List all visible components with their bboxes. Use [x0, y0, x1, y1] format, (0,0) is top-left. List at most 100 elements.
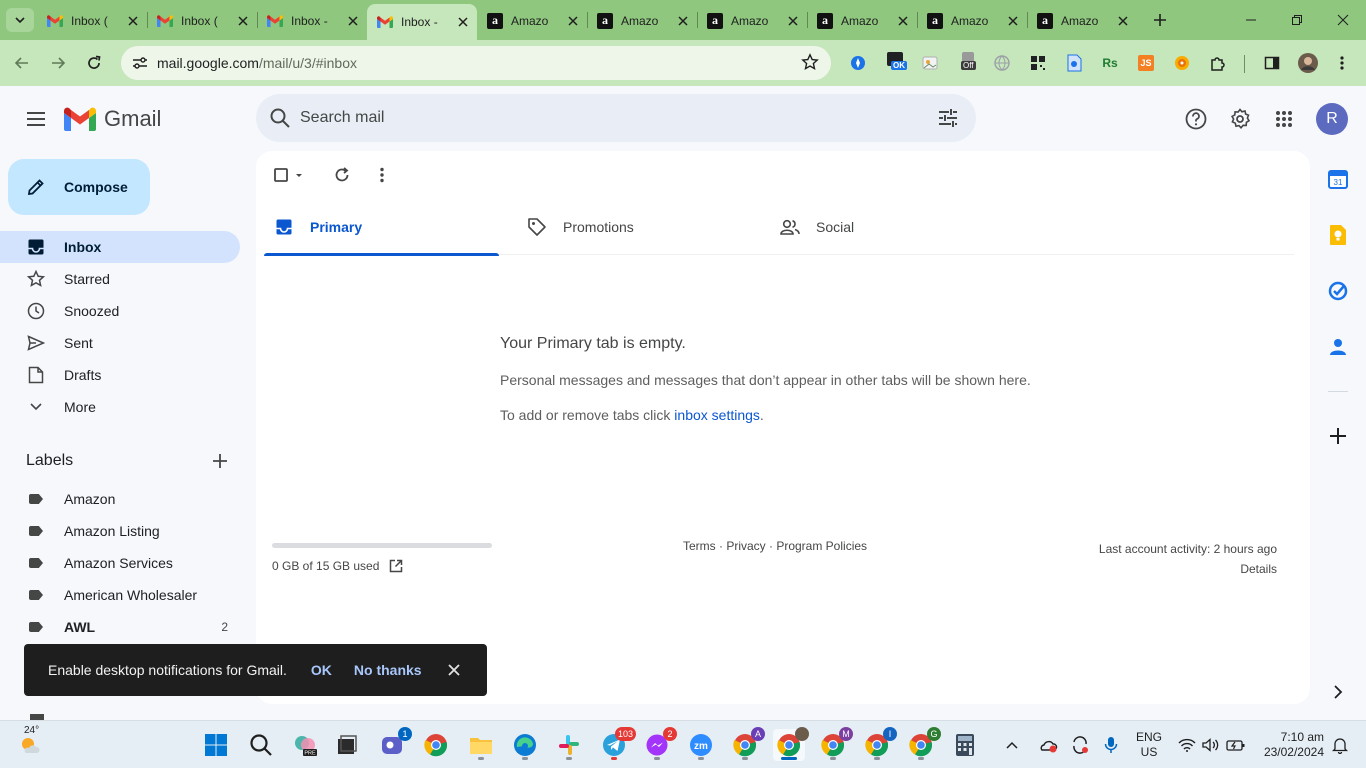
settings-button[interactable] [1226, 105, 1254, 133]
close-tab-icon[interactable] [565, 13, 581, 29]
browser-tab[interactable]: Inbox - [367, 4, 477, 40]
microphone-tray-icon[interactable] [1104, 721, 1118, 768]
nav-item-drafts[interactable]: Drafts [0, 359, 240, 391]
edge-taskbar-icon[interactable] [509, 729, 541, 761]
nav-item-snoozed[interactable]: Snoozed [0, 295, 240, 327]
close-tab-icon[interactable] [125, 13, 141, 29]
browser-tab[interactable]: a Amazo [697, 5, 807, 36]
nav-item-more[interactable]: More [0, 391, 240, 423]
side-panel-icon[interactable] [1262, 53, 1282, 73]
chrome-menu-icon[interactable] [1332, 53, 1352, 73]
browser-tab[interactable]: a Amazo [807, 5, 917, 36]
inbox-settings-link[interactable]: inbox settings [674, 407, 760, 423]
extension-orange-circle-icon[interactable] [1172, 53, 1192, 73]
close-tab-icon[interactable] [785, 13, 801, 29]
footer-links[interactable]: Terms · Privacy · Program Policies [683, 539, 867, 553]
close-tab-icon[interactable] [675, 13, 691, 29]
notifications-tray-icon[interactable] [1332, 721, 1348, 768]
activity-details-link[interactable]: Details [1099, 559, 1277, 579]
chrome-profile-m-taskbar-icon[interactable]: M [817, 727, 853, 761]
wifi-tray-icon[interactable] [1178, 721, 1196, 768]
browser-tab[interactable]: Inbox - [257, 5, 367, 36]
messenger-taskbar-icon[interactable]: 2 [641, 727, 677, 761]
tab-social[interactable]: Social [770, 199, 1005, 255]
extension-compass-icon[interactable] [848, 53, 868, 73]
chrome-profile-i-taskbar-icon[interactable]: I [861, 727, 897, 761]
nav-item-inbox[interactable]: Inbox [0, 231, 240, 263]
reload-button[interactable] [80, 49, 108, 77]
keep-app-icon[interactable] [1326, 223, 1350, 247]
minimize-button[interactable] [1228, 0, 1274, 40]
support-button[interactable] [1182, 105, 1210, 133]
search-options-icon[interactable] [936, 106, 960, 135]
forward-button[interactable] [44, 49, 72, 77]
calculator-taskbar-icon[interactable] [949, 729, 981, 761]
language-indicator[interactable]: ENG US [1136, 721, 1162, 768]
start-button[interactable] [200, 729, 232, 761]
telegram-taskbar-icon[interactable]: 103 [596, 727, 636, 761]
open-in-new-icon[interactable] [389, 559, 403, 573]
clock[interactable]: 7:10 am 23/02/2024 [1256, 721, 1324, 768]
browser-tab[interactable]: a Amazo [477, 5, 587, 36]
label-item[interactable]: American Wholesaler [0, 579, 240, 611]
select-all-checkbox[interactable] [272, 165, 308, 185]
label-item[interactable]: Amazon Services [0, 547, 240, 579]
close-tab-icon[interactable] [895, 13, 911, 29]
close-tab-icon[interactable] [455, 14, 471, 30]
tab-search-button[interactable] [6, 8, 34, 32]
extension-rs-icon[interactable]: Rs [1100, 53, 1120, 73]
browser-tab[interactable]: a Amazo [917, 5, 1027, 36]
close-tab-icon[interactable] [1005, 13, 1021, 29]
label-item[interactable]: Amazon [0, 483, 240, 515]
main-menu-button[interactable] [22, 105, 50, 133]
snackbar-ok-button[interactable]: OK [311, 662, 332, 678]
search-taskbar-button[interactable] [245, 729, 277, 761]
search-bar[interactable]: Search mail [256, 94, 976, 142]
sync-tray-icon[interactable] [1070, 721, 1090, 768]
search-input[interactable]: Search mail [300, 109, 384, 127]
profile-avatar-icon[interactable] [1297, 52, 1319, 74]
browser-tab[interactable]: Inbox ( [37, 5, 147, 36]
tab-primary[interactable]: Primary [264, 199, 499, 256]
zoom-taskbar-icon[interactable]: zm [685, 729, 717, 761]
search-icon[interactable] [268, 106, 292, 135]
compose-button[interactable]: Compose [8, 159, 150, 215]
label-item[interactable]: AWL 2 [0, 611, 240, 643]
snackbar-no-thanks-button[interactable]: No thanks [354, 662, 422, 678]
onedrive-tray-icon[interactable] [1038, 721, 1058, 768]
close-tab-icon[interactable] [235, 13, 251, 29]
file-explorer-taskbar-icon[interactable] [465, 729, 497, 761]
chrome-active-taskbar-icon[interactable] [773, 727, 809, 761]
teams-taskbar-icon[interactable]: 1 [376, 727, 412, 761]
battery-tray-icon[interactable] [1226, 721, 1246, 768]
copilot-taskbar-icon[interactable]: PRE [289, 729, 321, 761]
extension-off-icon[interactable]: Off [958, 52, 982, 73]
tasks-app-icon[interactable] [1326, 279, 1350, 303]
slack-taskbar-icon[interactable] [553, 729, 585, 761]
calendar-app-icon[interactable]: 31 [1326, 167, 1350, 191]
extension-blue-file-icon[interactable] [1064, 53, 1084, 73]
tab-promotions[interactable]: Promotions [517, 199, 752, 255]
browser-tab[interactable]: Inbox ( [147, 5, 257, 36]
extension-js-icon[interactable]: JS [1136, 53, 1156, 73]
close-tab-icon[interactable] [1115, 13, 1131, 29]
extension-globe-icon[interactable] [992, 53, 1012, 73]
snackbar-close-button[interactable] [447, 664, 460, 676]
refresh-button[interactable] [332, 165, 352, 185]
nav-item-starred[interactable]: Starred [0, 263, 240, 295]
browser-tab[interactable]: a Amazo [1027, 5, 1137, 36]
close-window-button[interactable] [1320, 0, 1366, 40]
label-item[interactable]: Amazon Listing [0, 515, 240, 547]
chrome-profile-g-taskbar-icon[interactable]: G [905, 727, 941, 761]
chrome-profile-a-taskbar-icon[interactable]: A [729, 727, 765, 761]
extension-qr-icon[interactable] [1028, 53, 1048, 73]
new-tab-button[interactable] [1140, 0, 1180, 40]
contacts-app-icon[interactable] [1326, 335, 1350, 359]
extensions-puzzle-icon[interactable] [1208, 53, 1228, 73]
site-info-icon[interactable] [129, 53, 151, 73]
show-hidden-icons-button[interactable] [1006, 721, 1018, 768]
volume-tray-icon[interactable] [1202, 721, 1220, 768]
gmail-logo[interactable]: Gmail [64, 106, 161, 132]
weather-widget[interactable]: 24° [8, 725, 52, 761]
address-bar[interactable]: mail.google.com/mail/u/3/#inbox [121, 46, 831, 80]
